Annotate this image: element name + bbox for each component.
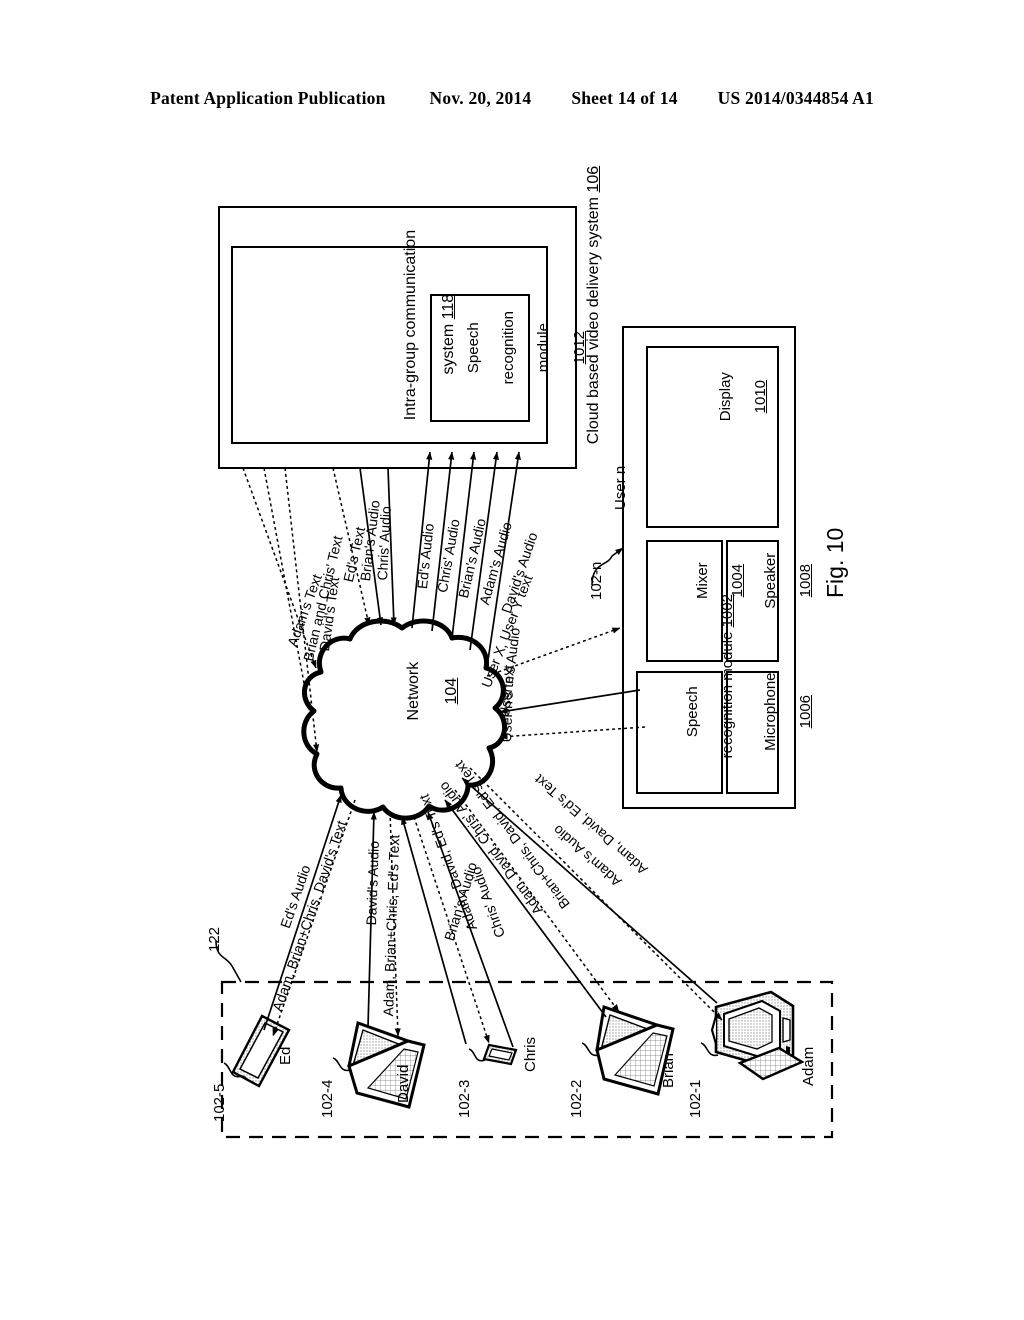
- speaker-block-ref: 1008: [797, 563, 815, 598]
- speech-recognition-module-1002-ref: 1002: [719, 594, 737, 628]
- link-label-davids-audio-dev: David's Audio: [363, 840, 382, 926]
- speech-recognition-module-1012-label: Speech recognition module 1012: [464, 310, 588, 385]
- device-name-brian: Brian: [660, 1052, 677, 1088]
- network-ref: 104: [442, 677, 460, 705]
- device-ref-chris: 102-3: [456, 1079, 473, 1118]
- display-block-label: Display 1010: [716, 372, 770, 422]
- device-icon-adam: [710, 990, 805, 1081]
- network-label: Network 104: [404, 661, 460, 721]
- device-name-david: David: [395, 1064, 412, 1103]
- device-name-adam: Adam: [800, 1046, 817, 1086]
- microphone-block-label: Microphone 1006: [761, 672, 815, 751]
- group-ref-label: 122: [206, 926, 223, 952]
- device-icon-chris: [482, 1043, 518, 1066]
- display-block-ref: 1010: [752, 379, 770, 414]
- device-ref-ed: 102-5: [211, 1083, 228, 1122]
- figure-caption: Fig. 10: [822, 527, 848, 598]
- speech-recognition-module-1012-ref: 1012: [570, 330, 588, 365]
- user-n-title: User n: [612, 465, 629, 510]
- device-name-chris: Chris: [522, 1036, 539, 1072]
- microphone-block-ref: 1006: [797, 694, 815, 729]
- link-label-user-n-text: User n's text: [498, 664, 517, 743]
- device-ref-brian: 102-2: [568, 1079, 585, 1118]
- cloud-system-outer-ref: 106: [584, 165, 602, 193]
- speech-recognition-module-1002-label: Speech recognition module 1002: [683, 594, 737, 759]
- device-ref-adam: 102-1: [687, 1079, 704, 1118]
- patent-figure-page: Patent Application Publication Nov. 20, 2…: [0, 0, 1024, 1320]
- device-icon-david: [347, 1021, 426, 1109]
- user-n-device-ref: 102-n: [588, 561, 605, 600]
- speaker-block-label: Speaker 1008: [761, 552, 815, 609]
- device-name-ed: Ed: [277, 1046, 294, 1065]
- device-ref-david: 102-4: [319, 1079, 336, 1118]
